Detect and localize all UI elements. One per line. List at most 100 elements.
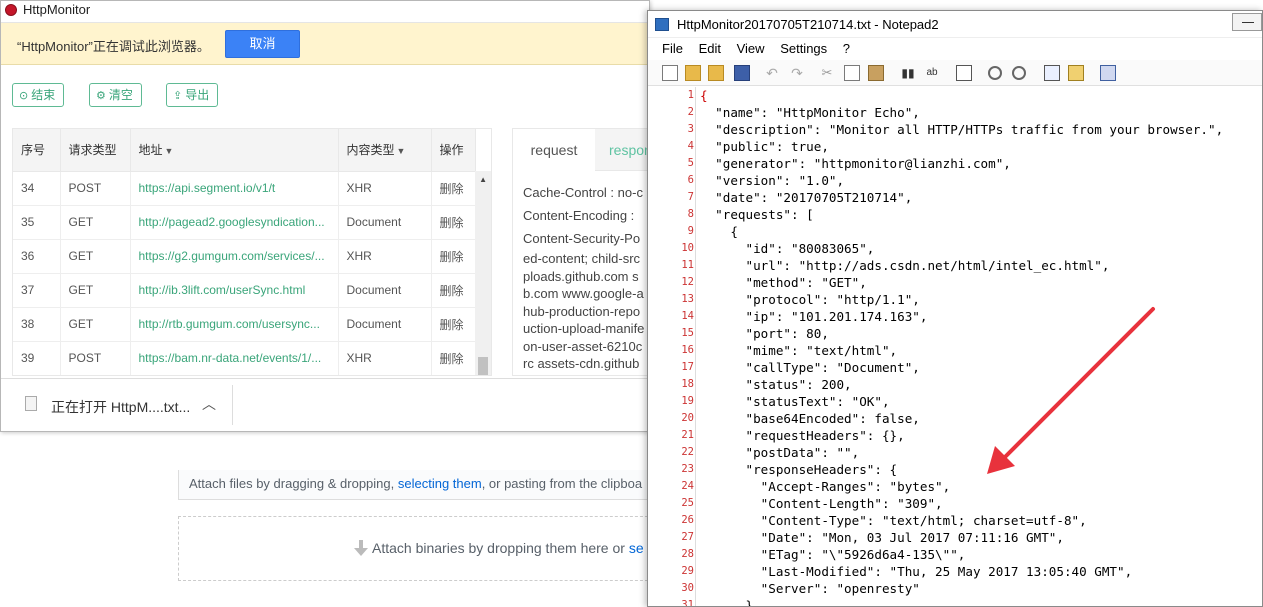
notepad-menubar: File Edit View Settings ? [648,39,1262,59]
text-editor[interactable]: 1{2 "name": "HttpMonitor Echo", 3 "descri… [648,87,1262,606]
code-text: "mime": "text/html", [700,343,898,358]
row-content-type: XHR [338,341,432,375]
table-scrollbar-thumb[interactable] [478,357,488,375]
request-table: 序号 请求类型 地址 ▼ 内容类型 ▼ 操作 34 POST https://api.s… [12,128,492,376]
code-line: 2 "name": "HttpMonitor Echo", [648,104,1262,121]
scroll-up-arrow-icon[interactable]: ▲ [479,175,487,184]
word-wrap-icon[interactable] [956,65,972,81]
zoom-out-icon[interactable] [1012,66,1026,80]
exit-icon[interactable] [1100,65,1116,81]
row-url[interactable]: https://g2.gumgum.com/services/... [130,239,339,274]
row-url[interactable]: http://rtb.gumgum.com/usersync... [130,307,339,342]
row-method: POST [60,341,131,375]
delete-action[interactable]: 删除 [431,205,476,240]
browse-icon[interactable] [708,65,724,81]
scheme-icon[interactable] [1044,65,1060,81]
csp-line: b.com www.google-a [523,286,644,301]
table-row[interactable]: 35 GET http://pagead2.googlesyndication...… [13,205,476,240]
csp-line: uction-upload-manife [523,321,645,336]
cut-icon[interactable]: ✂ [819,65,835,81]
paste-icon[interactable] [868,65,884,81]
attach-binaries-dropzone[interactable]: Attach binaries by dropping them here or… [178,516,658,581]
delete-action[interactable]: 删除 [431,239,476,274]
open-folder-icon[interactable] [685,65,701,81]
selecting-them-link[interactable]: selecting them [398,476,482,491]
code-line: 9 { [648,223,1262,240]
code-text: "Last-Modified": "Thu, 25 May 2017 13:05… [700,564,1133,579]
clear-button[interactable]: ⚙ 清空 [89,83,142,107]
end-button[interactable]: ⊙ 结束 [12,83,65,107]
customize-scheme-icon[interactable] [1068,65,1084,81]
table-scrollbar[interactable] [475,171,491,375]
menu-help[interactable]: ? [843,39,850,59]
line-number: 15 [681,327,694,339]
code-line: 3 "description": "Monitor all HTTP/HTTPs… [648,121,1262,138]
new-file-icon[interactable] [662,65,678,81]
code-text: "Date": "Mon, 03 Jul 2017 07:11:16 GMT", [700,530,1064,545]
find-icon[interactable]: ▮▮ [900,65,916,81]
row-index: 35 [13,205,61,240]
column-header-url[interactable]: 地址 ▼ [130,129,339,172]
tab-request[interactable]: request [513,129,595,171]
code-line: 11 "url": "http://ads.csdn.net/html/inte… [648,257,1262,274]
code-line: 10 "id": "80083065", [648,240,1262,257]
copy-icon[interactable] [844,65,860,81]
code-text: "url": "http://ads.csdn.net/html/intel_e… [700,258,1110,273]
httpmonitor-app-icon [5,4,17,16]
code-line: 14 "ip": "101.201.174.163", [648,308,1262,325]
detail-panel: request respon Cache-Control : no-c Cont… [512,128,649,376]
delete-action[interactable]: 删除 [431,341,476,375]
line-number: 12 [681,276,694,288]
menu-file[interactable]: File [662,39,683,59]
cancel-debug-button[interactable]: 取消 [225,30,300,58]
code-line: 16 "mime": "text/html", [648,342,1262,359]
replace-icon[interactable]: ab [924,65,940,81]
delete-action[interactable]: 删除 [431,171,476,206]
undo-icon[interactable]: ↶ [764,65,780,81]
header-line: Cache-Control : no-c [523,185,643,200]
export-button[interactable]: ⇪ 导出 [166,83,219,107]
code-line: 13 "protocol": "http/1.1", [648,291,1262,308]
download-arrow-icon [354,540,368,556]
notepad-titlebar[interactable]: HttpMonitor20170705T210714.txt - Notepad… [648,11,1262,38]
code-text: "name": "HttpMonitor Echo", [700,105,920,120]
delete-action[interactable]: 删除 [431,273,476,308]
download-item-text[interactable]: 正在打开 HttpM....txt... [51,397,190,417]
save-icon[interactable] [734,65,750,81]
line-number: 5 [687,157,694,169]
code-line: 28 "ETag": "\"5926d6a4-135\"", [648,546,1262,563]
code-line: 22 "postData": "", [648,444,1262,461]
row-url[interactable]: http://pagead2.googlesyndication... [130,205,339,240]
row-url[interactable]: https://bam.nr-data.net/events/1/... [130,341,339,375]
table-row[interactable]: 39 POST https://bam.nr-data.net/events/1/.… [13,341,476,375]
code-text: "port": 80, [700,326,829,341]
code-line: 18 "status": 200, [648,376,1262,393]
code-text: "id": "80083065", [700,241,875,256]
redo-icon[interactable]: ↷ [789,65,805,81]
code-line: 4 "public": true, [648,138,1262,155]
row-url[interactable]: http://ib.3lift.com/userSync.html [130,273,339,308]
table-row[interactable]: 38 GET http://rtb.gumgum.com/usersync... Do… [13,307,476,342]
select-binaries-link[interactable]: se [629,540,644,556]
debugging-message: “HttpMonitor”正在调试此浏览器。 [17,39,210,54]
row-url[interactable]: https://api.segment.io/v1/t [130,171,339,206]
code-text: "postData": "", [700,445,860,460]
attach-files-area[interactable]: Attach files by dragging & dropping, sel… [178,470,658,500]
table-row[interactable]: 34 POST https://api.segment.io/v1/t XHR 删除 [13,171,476,206]
minimize-button[interactable] [1232,13,1262,31]
chevron-up-icon[interactable]: ︿ [202,394,216,414]
line-number: 16 [681,344,694,356]
zoom-in-icon[interactable] [988,66,1002,80]
tab-response[interactable]: respon [609,129,649,171]
menu-view[interactable]: View [737,39,765,59]
menu-edit[interactable]: Edit [699,39,721,59]
menu-settings[interactable]: Settings [780,39,827,59]
table-row[interactable]: 37 GET http://ib.3lift.com/userSync.html Do… [13,273,476,308]
delete-action[interactable]: 删除 [431,307,476,342]
httpmonitor-titlebar[interactable]: HttpMonitor [1,1,649,23]
column-header-content-type[interactable]: 内容类型 ▼ [338,129,432,172]
header-line: Content-Encoding : [523,208,635,223]
code-text: { [700,88,708,103]
table-row[interactable]: 36 GET https://g2.gumgum.com/services/... X… [13,239,476,274]
line-number: 21 [681,429,694,441]
